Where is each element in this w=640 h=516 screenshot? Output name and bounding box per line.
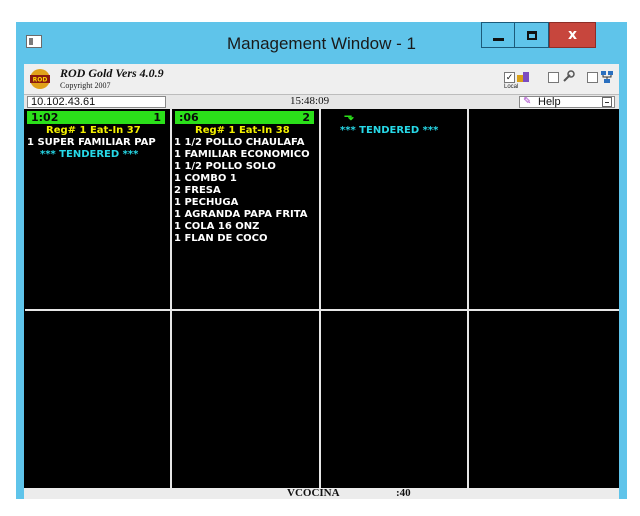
status-bar: VCOCINA :40: [24, 487, 619, 499]
tendered-status: *** TENDERED ***: [40, 149, 139, 160]
order-time: 1:02: [31, 111, 59, 124]
order-item: 1 FAMILIAR ECONOMICO: [174, 149, 310, 160]
network-toggle[interactable]: [587, 70, 617, 88]
help-dropdown[interactable]: ✎ Help: [519, 96, 615, 108]
order-register: Reg# 1 Eat-In 37: [46, 125, 141, 136]
order-item: 1 1/2 POLLO CHAULAFA: [174, 137, 305, 148]
dropdown-icon[interactable]: [602, 97, 612, 107]
tool-icon: [563, 70, 575, 82]
tool-toggle[interactable]: [548, 70, 576, 88]
toolbar: ROD ROD Gold Vers 4.0.9 Copyright 2007 ✓…: [24, 64, 619, 94]
address-bar: 10.102.43.61 15:48:09 ✎ Help: [24, 94, 619, 109]
close-icon: x: [567, 27, 578, 43]
order-item: 2 FRESA: [174, 185, 221, 196]
kitchen-display: 1:02 1 Reg# 1 Eat-In 37 1 SUPER FAMILIAR…: [24, 109, 619, 488]
ip-address-field[interactable]: 10.102.43.61: [27, 96, 166, 108]
arrow-down-icon: ⬎: [344, 109, 355, 123]
maximize-button[interactable]: [515, 22, 549, 48]
management-window: Management Window - 1 x ROD ROD Gold Ver…: [16, 22, 627, 499]
order-time: :06: [179, 111, 199, 124]
help-icon: ✎: [523, 96, 532, 107]
tool-checkbox[interactable]: [548, 72, 559, 83]
row-divider: [25, 309, 619, 311]
network-checkbox[interactable]: [587, 72, 598, 83]
order-item: 1 PECHUGA: [174, 197, 239, 208]
network-icon: [601, 71, 613, 83]
order-header-1[interactable]: 1:02 1: [27, 111, 165, 124]
order-number: 2: [302, 111, 310, 124]
status-station: VCOCINA: [287, 487, 340, 499]
app-name: ROD Gold Vers 4.0.9: [60, 66, 164, 80]
order-item: 1 AGRANDA PAPA FRITA: [174, 209, 308, 220]
local-label: Local: [504, 84, 519, 90]
local-toggle[interactable]: ✓ Local: [504, 70, 532, 90]
rod-logo-text: ROD: [33, 77, 48, 84]
close-button[interactable]: x: [549, 22, 596, 48]
clock: 15:48:09: [290, 95, 330, 107]
order-item: 1 FLAN DE COCO: [174, 233, 268, 244]
order-item: 1 COLA 16 ONZ: [174, 221, 260, 232]
column-divider: [170, 109, 172, 488]
copyright: Copyright 2007: [60, 81, 111, 90]
maximize-icon: [526, 30, 537, 40]
minimize-icon: [492, 37, 504, 41]
rod-logo-icon: ROD: [30, 69, 50, 89]
order-item: 1 SUPER FAMILIAR PAP: [27, 137, 156, 148]
order-header-2[interactable]: :06 2: [175, 111, 314, 124]
minimize-button[interactable]: [481, 22, 515, 48]
local-checkbox[interactable]: ✓: [504, 72, 515, 83]
column-divider: [467, 109, 469, 488]
order-register: Reg# 1 Eat-In 38: [195, 125, 290, 136]
local-icon: [517, 72, 529, 82]
order-item: 1 COMBO 1: [174, 173, 237, 184]
column-divider: [319, 109, 321, 488]
status-value: :40: [396, 487, 411, 499]
order-number: 1: [153, 111, 161, 124]
order-item: 1 1/2 POLLO SOLO: [174, 161, 276, 172]
title-bar[interactable]: Management Window - 1 x: [16, 22, 627, 64]
help-label: Help: [538, 96, 561, 108]
tendered-status: *** TENDERED ***: [340, 125, 439, 136]
